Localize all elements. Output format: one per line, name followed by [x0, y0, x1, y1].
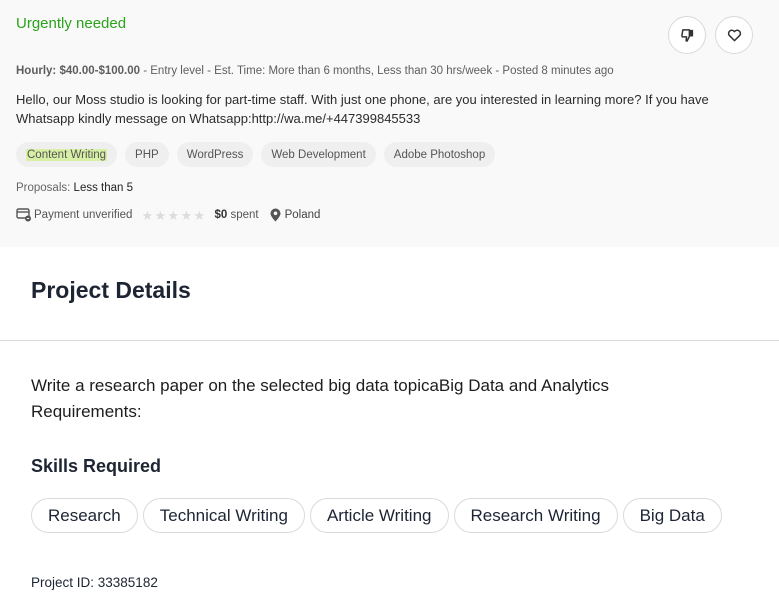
- proposals-value: Less than 5: [73, 182, 134, 194]
- thumbs-down-icon: [680, 28, 693, 42]
- skill-technical-writing[interactable]: Technical Writing: [142, 498, 305, 533]
- job-card: Urgently needed Hourly: $40.00-$100.00 -…: [0, 0, 779, 247]
- skill-big-data[interactable]: Big Data: [622, 498, 722, 533]
- star-icon: ★: [141, 207, 154, 223]
- project-description: Write a research paper on the selected b…: [31, 373, 751, 425]
- client-spent: $0 spent: [214, 209, 258, 221]
- payment-status: Payment unverified: [34, 209, 133, 221]
- job-meta: Hourly: $40.00-$100.00 - Entry level - E…: [16, 65, 614, 77]
- project-description-line: Write a research paper on the selected b…: [31, 376, 610, 395]
- job-tags: Content Writing PHP WordPress Web Develo…: [16, 142, 496, 167]
- client-info: Payment unverified ★ ★ ★ ★ ★ $0 spent Po…: [16, 206, 320, 224]
- tag-wordpress[interactable]: WordPress: [176, 142, 254, 167]
- spent-label: spent: [230, 209, 259, 221]
- save-job-button[interactable]: [715, 16, 753, 54]
- client-rating: ★ ★ ★ ★ ★: [141, 209, 206, 222]
- proposals-label: Proposals:: [16, 182, 71, 194]
- skill-research-writing[interactable]: Research Writing: [453, 498, 618, 533]
- project-details-header: Project Details: [0, 247, 779, 341]
- page-title: Project Details: [31, 277, 191, 303]
- job-description: Hello, our Moss studio is looking for pa…: [16, 92, 709, 126]
- tag-label: Web Development: [271, 148, 366, 161]
- skill-research[interactable]: Research: [31, 498, 138, 533]
- project-id: Project ID: 33385182: [31, 575, 158, 590]
- star-icon: ★: [167, 207, 180, 223]
- job-meta-details: - Entry level - Est. Time: More than 6 m…: [140, 65, 614, 77]
- tag-label: Content Writing: [26, 148, 108, 161]
- skills-list: Research Technical Writing Article Writi…: [31, 498, 722, 533]
- dislike-button[interactable]: [668, 16, 706, 54]
- rate-type: Hourly:: [16, 65, 57, 77]
- star-icon: ★: [154, 207, 167, 223]
- tag-content-writing[interactable]: Content Writing: [16, 142, 118, 167]
- skill-article-writing[interactable]: Article Writing: [309, 498, 449, 533]
- star-icon: ★: [193, 207, 206, 223]
- location-pin-icon: [270, 208, 281, 222]
- heart-icon: [727, 29, 741, 41]
- tag-adobe-photoshop[interactable]: Adobe Photoshop: [383, 142, 496, 167]
- project-requirements-line: Requirements:: [31, 402, 142, 421]
- urgency-label: Urgently needed: [16, 15, 127, 32]
- client-country: Poland: [284, 209, 321, 221]
- tag-web-development[interactable]: Web Development: [261, 142, 376, 167]
- skills-title: Skills Required: [31, 456, 162, 476]
- tag-label: Adobe Photoshop: [393, 148, 486, 161]
- proposals: Proposals: Less than 5: [16, 182, 133, 194]
- rate-range: $40.00-$100.00: [59, 65, 141, 77]
- spent-amount: $0: [214, 209, 228, 221]
- tag-label: PHP: [135, 148, 159, 161]
- tag-label: WordPress: [186, 148, 244, 161]
- star-icon: ★: [180, 207, 193, 223]
- payment-unverified-icon: [16, 208, 31, 222]
- tag-php[interactable]: PHP: [125, 142, 169, 167]
